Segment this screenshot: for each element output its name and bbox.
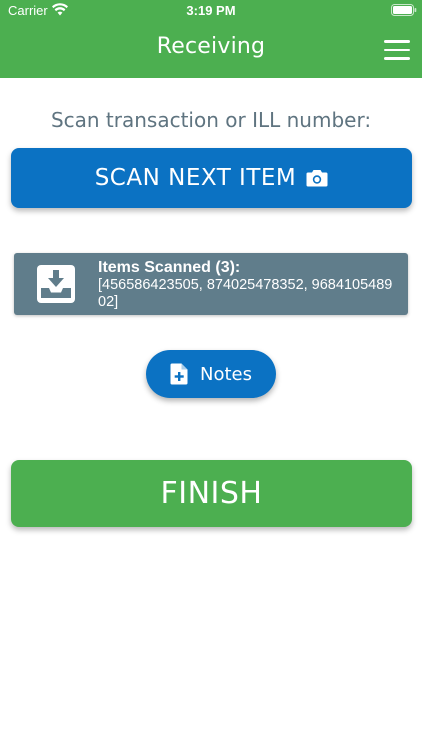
status-time: 3:19 PM (186, 3, 236, 18)
scan-button-label: SCAN NEXT ITEM (94, 165, 297, 191)
items-scanned-card: Items Scanned (3): [456586423505, 874025… (14, 253, 408, 315)
receiving-screen: Carrier 3:19 PM Receiving Scan transacti… (0, 0, 422, 750)
finish-button[interactable]: FINISH (11, 460, 412, 527)
inbox-icon (37, 265, 75, 303)
page-title: Receiving (156, 34, 266, 59)
camera-icon (306, 170, 328, 187)
notes-button-label: Notes (200, 363, 252, 385)
status-bar: Carrier 3:19 PM (0, 0, 422, 22)
notes-button[interactable]: Notes (146, 350, 276, 398)
items-scanned-title: Items Scanned (3): (98, 259, 241, 276)
items-scanned-list: [456586423505, 874025478352, 96841054890… (98, 277, 393, 310)
menu-icon[interactable] (384, 40, 410, 60)
app-header: Carrier 3:19 PM Receiving (0, 0, 422, 78)
battery-icon (391, 4, 417, 16)
scan-prompt: Scan transaction or ILL number: (50, 108, 372, 132)
scan-next-item-button[interactable]: SCAN NEXT ITEM (11, 148, 412, 208)
home-indicator (139, 736, 283, 741)
note-add-icon (170, 363, 188, 385)
finish-button-label: FINISH (160, 476, 263, 511)
